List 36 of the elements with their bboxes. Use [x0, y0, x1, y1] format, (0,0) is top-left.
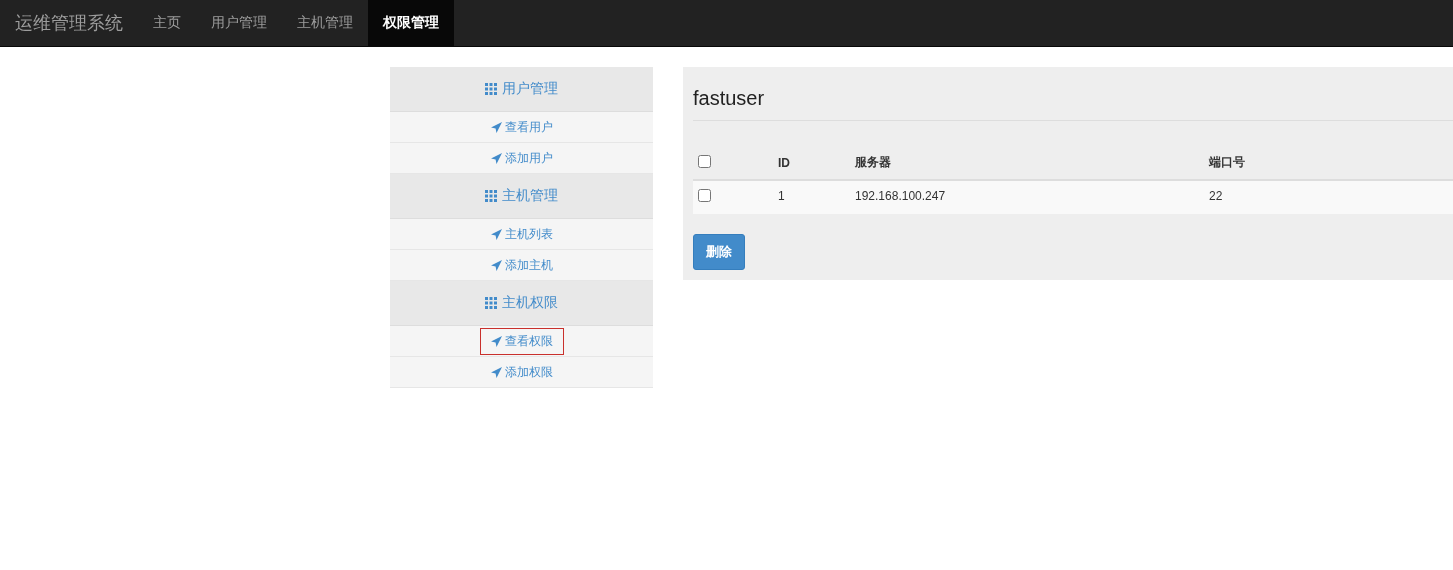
- nav-tab[interactable]: 主机管理: [282, 0, 368, 46]
- select-all-checkbox[interactable]: [698, 154, 711, 168]
- column-header: 服务器: [855, 155, 891, 169]
- sidebar-group-header[interactable]: 主机权限: [390, 281, 653, 326]
- page-title: fastuser: [693, 87, 1453, 121]
- sidebar-link[interactable]: 添加主机: [479, 251, 564, 279]
- paper-plane-icon: [490, 366, 502, 378]
- grid-icon: [485, 190, 497, 202]
- nav-tab[interactable]: 用户管理: [196, 0, 282, 46]
- nav-tab[interactable]: 主页: [138, 0, 196, 46]
- grid-icon: [485, 83, 497, 95]
- paper-plane-icon: [490, 228, 502, 240]
- paper-plane-icon: [490, 121, 502, 133]
- sidebar-link[interactable]: 主机列表: [479, 220, 564, 248]
- brand-title[interactable]: 运维管理系统: [0, 0, 138, 46]
- delete-button[interactable]: 删除: [693, 234, 745, 270]
- sidebar-group-header[interactable]: 用户管理: [390, 67, 653, 112]
- group-title: 主机权限: [502, 294, 558, 312]
- group-title: 主机管理: [502, 187, 558, 205]
- column-header: 端口号: [1209, 155, 1245, 169]
- nav-tab[interactable]: 权限管理: [368, 0, 454, 46]
- column-header: ID: [778, 155, 790, 170]
- group-title: 用户管理: [502, 80, 558, 98]
- table-cell: 192.168.100.247: [855, 189, 946, 203]
- row-checkbox[interactable]: [698, 189, 711, 202]
- paper-plane-icon: [490, 335, 502, 347]
- sidebar-link[interactable]: 添加用户: [479, 144, 564, 172]
- sidebar-group-header[interactable]: 主机管理: [390, 174, 653, 219]
- table-cell: 22: [1209, 189, 1223, 203]
- table-cell: 1: [778, 189, 785, 203]
- grid-icon: [485, 297, 497, 309]
- paper-plane-icon: [490, 259, 502, 271]
- paper-plane-icon: [490, 152, 502, 164]
- sidebar-link[interactable]: 查看用户: [479, 113, 564, 141]
- sidebar-link[interactable]: 查看权限: [479, 327, 564, 355]
- sidebar-link[interactable]: 添加权限: [479, 358, 564, 386]
